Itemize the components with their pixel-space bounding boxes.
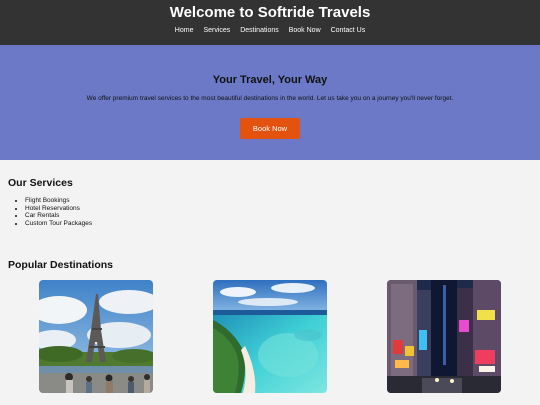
services-heading: Our Services xyxy=(8,177,73,189)
destinations-heading: Popular Destinations xyxy=(8,259,114,271)
site-header: Welcome to Softride Travels Home Service… xyxy=(0,0,540,45)
book-now-button[interactable]: Book Now xyxy=(240,118,300,139)
service-item: Hotel Reservations xyxy=(25,205,92,213)
hero-heading: Your Travel, Your Way xyxy=(212,74,328,86)
eiffel-tower-photo[interactable] xyxy=(39,280,153,393)
nav-home[interactable]: Home xyxy=(175,26,194,35)
service-item: Flight Bookings xyxy=(25,197,92,205)
destination-card[interactable] xyxy=(39,280,153,405)
site-title: Welcome to Softride Travels xyxy=(169,4,371,21)
service-item: Custom Tour Packages xyxy=(25,220,92,228)
nav-destinations[interactable]: Destinations xyxy=(240,26,279,35)
nav-services[interactable]: Services xyxy=(203,26,230,35)
tropical-beach-photo[interactable] xyxy=(213,280,327,393)
service-item: Car Rentals xyxy=(25,212,92,220)
destination-card[interactable] xyxy=(387,280,501,405)
hero-banner: Your Travel, Your Way We offer premium t… xyxy=(0,45,540,160)
main-nav: Home Services Destinations Book Now Cont… xyxy=(0,26,540,35)
city-night-street-photo[interactable] xyxy=(387,280,501,393)
nav-book-now[interactable]: Book Now xyxy=(289,26,321,35)
services-list: Flight Bookings Hotel Reservations Car R… xyxy=(8,197,92,227)
hero-text: We offer premium travel services to the … xyxy=(86,95,454,102)
nav-contact-us[interactable]: Contact Us xyxy=(331,26,366,35)
destination-card[interactable] xyxy=(213,280,327,405)
